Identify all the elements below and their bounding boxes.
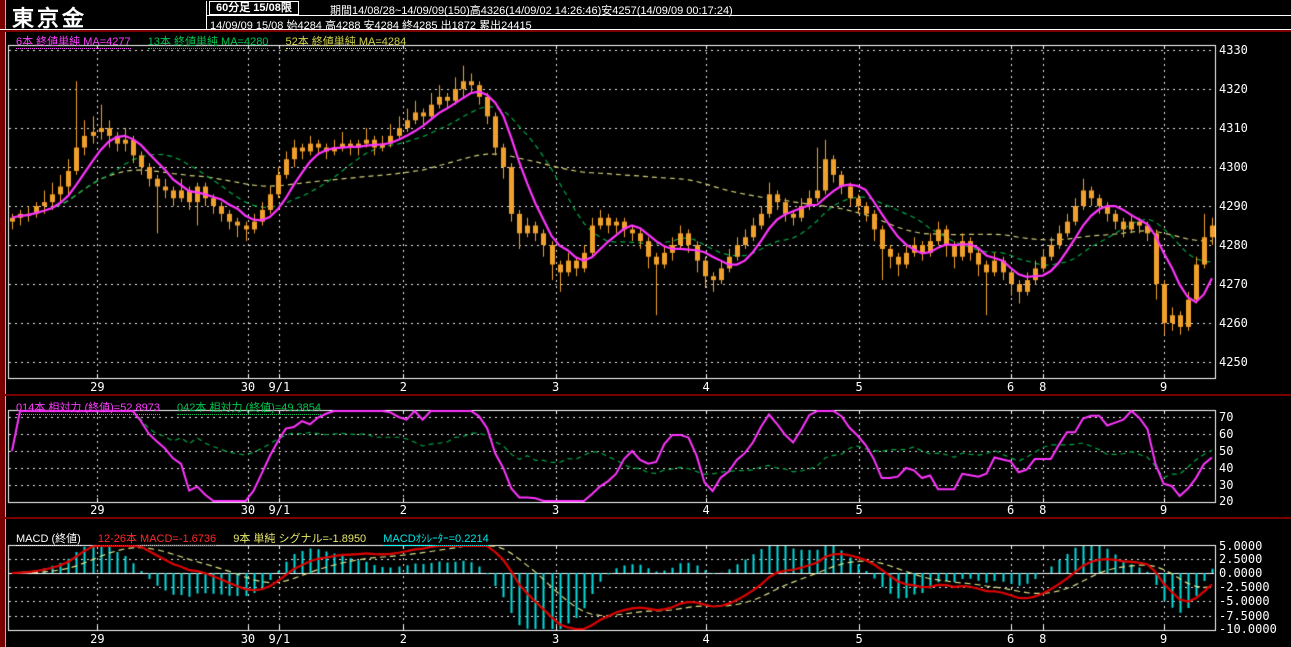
macd-line-legend-item: 12-26本 MACD=-1.6736 — [97, 533, 217, 546]
x-axis-tick-label: 2 — [399, 380, 407, 394]
x-axis-tick-label: 3 — [551, 632, 560, 646]
axis-tick-label: 4270 — [1219, 277, 1248, 292]
axis-tick-label: 4330 — [1219, 43, 1248, 58]
ma52-legend-item: 52本 終値単純 MA=4284 — [285, 36, 407, 49]
x-axis-tick-label: 9 — [1159, 380, 1168, 394]
axis-tick-label: 4260 — [1219, 316, 1248, 331]
panel-separator-rsi-macd — [0, 517, 1291, 519]
x-axis-tick-label: 5 — [855, 380, 863, 394]
macd-osc-legend-item: MACDｵｼﾚｰﾀｰ=0.2214 — [383, 533, 489, 546]
x-axis-tick-label: 9 — [1159, 503, 1168, 517]
axis-tick-label: -5.0000 — [1219, 594, 1270, 609]
x-axis-labels-macd: 29 30 9/1 2 3 4 5 6 8 9 — [0, 632, 1291, 646]
x-axis-tick-label: 9/1 — [268, 380, 291, 394]
axis-tick-label: -7.5000 — [1219, 608, 1270, 623]
x-axis-tick-label: 5 — [855, 632, 863, 646]
x-axis-tick-label: 8 — [1039, 503, 1047, 517]
window-left-border — [0, 0, 6, 647]
timeframe-contract-box[interactable]: 60分足 15/08限 — [209, 1, 299, 15]
x-axis-tick-label: 4 — [702, 380, 710, 394]
axis-tick-label: 4310 — [1219, 121, 1248, 136]
macd-title-legend-item: MACD (終値) — [16, 533, 81, 546]
axis-tick-label: 4280 — [1219, 238, 1248, 253]
price-chart-canvas[interactable] — [0, 0, 1291, 647]
axis-tick-label: 2.5000 — [1219, 551, 1263, 566]
x-axis-tick-label: 3 — [551, 503, 560, 517]
panel-separator-main-rsi — [0, 394, 1291, 396]
header-rule-1 — [207, 15, 1291, 16]
x-axis-tick-label: 2 — [399, 632, 407, 646]
rsi14-legend-item: 014本 相対力 (終値)=52.8973 — [16, 402, 160, 415]
axis-tick-label: 4300 — [1219, 160, 1248, 175]
x-axis-tick-label: 29 — [90, 632, 105, 646]
x-axis-tick-label: 4 — [702, 503, 710, 517]
macd-legend: MACD (終値) 12-26本 MACD=-1.6736 9本 単純 シグナル… — [16, 530, 503, 546]
x-axis-tick-label: 9/1 — [268, 503, 291, 517]
axis-tick-label: 4250 — [1219, 355, 1248, 369]
axis-tick-label: 4290 — [1219, 199, 1248, 214]
axis-tick-label: 50 — [1219, 443, 1234, 458]
x-axis-labels-main: 29 30 9/1 2 3 4 5 6 8 9 — [0, 380, 1291, 394]
x-axis-tick-label: 4 — [702, 632, 710, 646]
macd-signal-legend-item: 9本 単純 シグナル=-1.8950 — [233, 533, 367, 546]
axis-tick-label: 0.0000 — [1219, 565, 1263, 580]
ma13-legend-item: 13本 終値単純 MA=4280 — [147, 36, 269, 49]
ma6-legend-item: 6本 終値単純 MA=4277 — [16, 36, 131, 49]
x-axis-tick-label: 2 — [399, 503, 407, 517]
x-axis-tick-label: 9 — [1159, 632, 1168, 646]
axis-tick-label: 40 — [1219, 460, 1234, 475]
rsi-legend: 014本 相対力 (終値)=52.8973 042本 相対力 (終値)=49.3… — [16, 399, 335, 415]
x-axis-tick-label: 29 — [90, 503, 105, 517]
x-axis-tick-label: 3 — [551, 380, 560, 394]
x-axis-tick-label: 9/1 — [268, 632, 291, 646]
x-axis-tick-label: 8 — [1039, 632, 1047, 646]
x-axis-labels-rsi: 29 30 9/1 2 3 4 5 6 8 9 — [0, 503, 1291, 517]
axis-tick-label: -2.5000 — [1219, 580, 1270, 595]
ma-legend: 6本 終値単純 MA=4277 13本 終値単純 MA=4280 52本 終値単… — [16, 33, 420, 49]
axis-tick-label: 60 — [1219, 426, 1234, 441]
x-axis-tick-label: 5 — [855, 503, 863, 517]
axis-tick-label: 70 — [1219, 409, 1234, 424]
x-axis-tick-label: 8 — [1039, 380, 1047, 394]
panel-separator-top — [0, 30, 1291, 32]
axis-tick-label: 4320 — [1219, 82, 1248, 97]
rsi42-legend-item: 042本 相対力 (終値)=49.3854 — [177, 402, 322, 415]
axis-tick-label: 30 — [1219, 477, 1234, 492]
chart-terminal-window: 東京金 60分足 15/08限 期間14/08/28~14/09/09(150)… — [0, 0, 1291, 647]
x-axis-tick-label: 29 — [90, 380, 105, 394]
